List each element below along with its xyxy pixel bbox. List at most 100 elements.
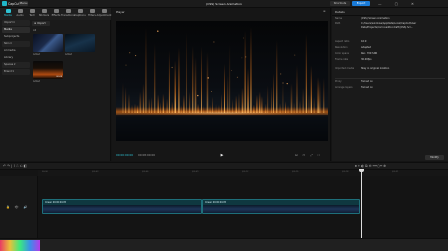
media-tab[interactable]: Adjustment xyxy=(96,8,112,20)
clip-filmstrip xyxy=(43,205,201,213)
visualizer-particle xyxy=(135,55,137,57)
visualizer-bar xyxy=(296,65,298,113)
media-tab[interactable]: Text xyxy=(26,8,38,20)
sidebar-item[interactable]: Library xyxy=(2,55,30,61)
visualizer-bar xyxy=(241,87,244,113)
timeline-clip[interactable]: Ocean 00:00:04:05 xyxy=(202,199,360,214)
details-value: Rec. 709 SDR xyxy=(361,52,378,55)
tab-label: Media xyxy=(4,14,12,17)
tab-icon xyxy=(17,9,23,13)
media-thumbnail[interactable] xyxy=(33,34,63,52)
tab-icon xyxy=(5,9,11,13)
sidebar-item[interactable]: AI media xyxy=(2,48,30,54)
timeline-edit-tools[interactable]: ↶ ↷ | ⌇ ⎍ ⎌ ◧ xyxy=(3,163,27,169)
media-tab[interactable]: Stickers xyxy=(38,8,50,20)
ruler-tick-label: |00:15 xyxy=(292,171,299,173)
project-title: (CSS) Screen Animation xyxy=(206,2,242,6)
modify-button[interactable]: Modify xyxy=(425,155,444,160)
media-tab[interactable]: Transitions xyxy=(61,8,75,20)
player-view-controls[interactable]: ⊡ ▭ ⤢ ⛶ xyxy=(295,153,322,158)
player-menu-icon[interactable]: ≡ xyxy=(323,9,326,13)
tab-label: Stickers xyxy=(38,14,50,17)
visualizer-bar xyxy=(189,91,191,113)
tab-label: Captions xyxy=(74,14,86,17)
details-key: Color space xyxy=(335,52,350,55)
visualizer-bar xyxy=(273,73,274,113)
visualizer-bar xyxy=(308,93,310,113)
window-controls[interactable]: — ▢ ✕ xyxy=(378,1,420,7)
menu-button[interactable]: Menu xyxy=(19,1,28,6)
visualizer-bar xyxy=(139,91,142,113)
visualizer-bar xyxy=(305,33,307,113)
sidebar-item[interactable]: Spaces ▾ xyxy=(2,62,30,68)
visualizer-bar xyxy=(178,47,180,113)
visualizer-bar xyxy=(282,81,284,113)
visualizer-particle xyxy=(286,83,288,85)
tab-icon xyxy=(53,9,59,13)
details-key: Frame rate xyxy=(335,58,349,61)
visualizer-bar xyxy=(224,63,225,113)
timeline-clip[interactable]: Ocean 00:00:04:05 xyxy=(42,199,202,214)
visualizer-bar xyxy=(227,75,229,113)
visualizer-bar xyxy=(267,85,269,113)
export-button[interactable]: Export xyxy=(352,1,370,6)
visualizer-particle xyxy=(213,41,215,43)
sidebar-item[interactable]: Media xyxy=(2,27,30,33)
visualizer-bar xyxy=(317,77,319,113)
visualizer-particle xyxy=(241,57,243,59)
play-button[interactable]: ▶ xyxy=(219,153,225,158)
details-key: Path xyxy=(335,22,341,25)
player-label: Player xyxy=(116,10,125,14)
ruler-tick-label: 00:00 xyxy=(42,171,48,173)
visualizer-particle xyxy=(282,82,284,84)
visualizer-bar xyxy=(174,60,177,113)
visualizer-bar xyxy=(142,83,145,113)
playhead[interactable] xyxy=(361,170,362,238)
track-controls[interactable]: 🔒 👁 🔊 xyxy=(6,205,29,209)
tab-icon xyxy=(65,9,71,13)
visualizer-bar xyxy=(229,44,231,113)
visualizer-bar xyxy=(148,98,150,113)
media-thumbnail[interactable] xyxy=(65,34,95,52)
ruler-tick-label: |00:09 xyxy=(192,171,199,173)
media-tab[interactable]: Audio xyxy=(14,8,26,20)
sidebar-item[interactable]: Import ▾ xyxy=(2,20,30,26)
sidebar-item[interactable]: Brand ▾ xyxy=(2,69,30,75)
visualizer-particle xyxy=(197,94,199,97)
details-value: Turned on xyxy=(361,86,373,89)
video-preview[interactable] xyxy=(116,21,328,141)
media-tab[interactable]: Media xyxy=(2,8,14,20)
media-thumbnail[interactable]: 00:08 xyxy=(33,61,63,79)
details-separator xyxy=(335,78,445,79)
tab-label: Filters xyxy=(88,14,96,17)
visualizer-particle xyxy=(125,64,127,66)
tab-icon xyxy=(77,9,83,13)
visualizer-bar xyxy=(247,68,249,113)
details-value: (CSS) Screen Animation xyxy=(361,17,390,20)
all-filter-label[interactable]: All xyxy=(33,29,36,32)
current-timecode: 00:00:00:00 xyxy=(116,153,134,157)
visualizer-particle xyxy=(294,54,296,56)
media-tab[interactable]: Captions xyxy=(74,8,86,20)
import-button[interactable]: ⊕ Import xyxy=(32,21,50,26)
tab-label: Transitions xyxy=(61,14,75,17)
sidebar-item[interactable]: Skin ▾ xyxy=(2,41,30,47)
thumbnail-caption: Added xyxy=(33,80,40,83)
details-value: Turned on xyxy=(361,80,373,83)
details-value: 30.00fps xyxy=(361,58,372,61)
visualizer-bar xyxy=(290,83,293,113)
visualizer-bar xyxy=(194,56,197,113)
sidebar-item[interactable]: Subprojects xyxy=(2,34,30,40)
visualizer-bar xyxy=(302,88,304,113)
visualizer-bar xyxy=(310,65,312,113)
taskbar-app-thumbnail[interactable] xyxy=(0,240,40,251)
tab-label: Text xyxy=(29,14,35,17)
visualizer-particle xyxy=(280,73,282,75)
clip-label: Ocean 00:00:04:05 xyxy=(45,201,67,204)
shortcuts-button[interactable]: Shortcuts xyxy=(330,1,350,6)
tab-label: Adjustment xyxy=(96,14,112,17)
ruler-tick-label: |00:06 xyxy=(142,171,149,173)
details-label: Details xyxy=(335,10,345,14)
visualizer-bar xyxy=(186,32,187,113)
visualizer-bar xyxy=(258,91,261,113)
